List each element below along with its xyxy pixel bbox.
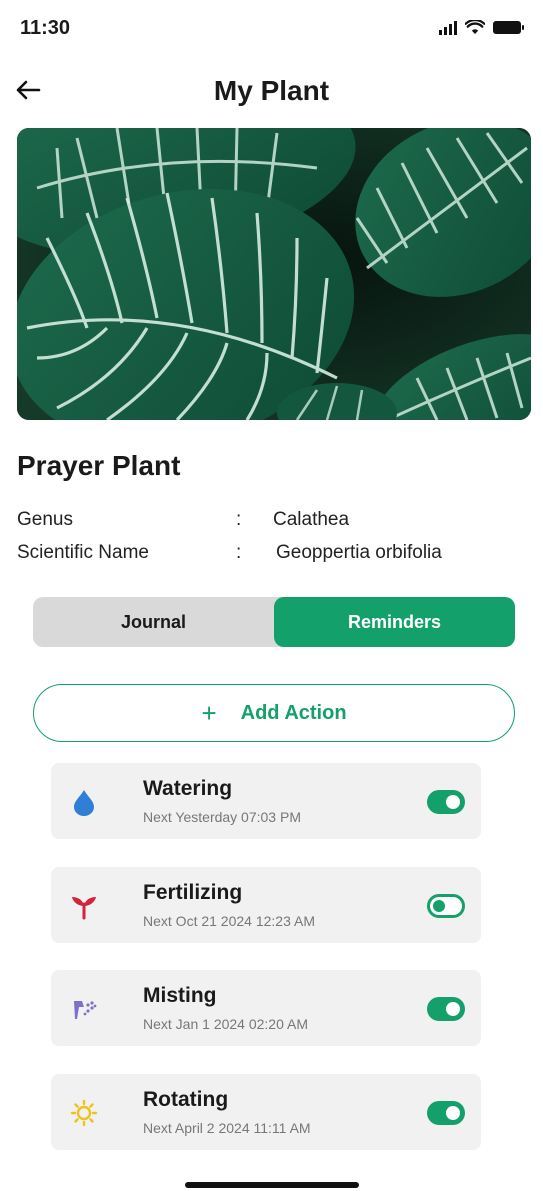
wifi-icon xyxy=(465,20,485,34)
reminder-toggle[interactable] xyxy=(427,894,465,918)
plus-icon: + xyxy=(201,698,217,728)
sprout-icon xyxy=(69,891,99,921)
reminder-title: Misting xyxy=(143,984,217,1007)
reminder-fertilizing[interactable]: Fertilizing Next Oct 21 2024 12:23 AM xyxy=(51,867,481,943)
battery-icon xyxy=(493,21,524,34)
add-action-label: Add Action xyxy=(240,701,347,724)
reminder-title: Watering xyxy=(143,777,233,800)
tab-bar: Journal Reminders xyxy=(33,597,515,647)
reminder-toggle[interactable] xyxy=(427,1101,465,1125)
sun-icon xyxy=(69,1098,99,1128)
reminder-watering[interactable]: Watering Next Yesterday 07:03 PM xyxy=(51,763,481,839)
toggle-knob xyxy=(433,900,445,912)
genus-label: Genus xyxy=(17,509,73,530)
genus-separator: : xyxy=(236,509,242,530)
reminder-toggle[interactable] xyxy=(427,997,465,1021)
reminder-next-date: Next April 2 2024 11:11 AM xyxy=(143,1120,311,1136)
cellular-signal-icon xyxy=(439,20,457,35)
toggle-knob xyxy=(446,1002,460,1016)
reminder-next-date: Next Oct 21 2024 12:23 AM xyxy=(143,913,315,929)
plant-photo xyxy=(17,128,531,420)
add-action-button[interactable]: + Add Action xyxy=(33,684,515,742)
status-icons xyxy=(439,20,524,35)
toggle-knob xyxy=(446,795,460,809)
tab-reminders[interactable]: Reminders xyxy=(274,597,515,647)
header: My Plant xyxy=(0,62,543,118)
genus-value: Calathea xyxy=(273,509,350,530)
tab-journal[interactable]: Journal xyxy=(33,597,274,647)
reminder-misting[interactable]: Misting Next Jan 1 2024 02:20 AM xyxy=(51,970,481,1046)
scientific-name-separator: : xyxy=(236,542,242,563)
home-indicator xyxy=(185,1182,359,1188)
reminder-rotating[interactable]: Rotating Next April 2 2024 11:11 AM xyxy=(51,1074,481,1150)
page-title: My Plant xyxy=(213,75,330,106)
reminder-next-date: Next Yesterday 07:03 PM xyxy=(143,809,301,825)
status-time: 11:30 xyxy=(20,17,71,39)
reminder-title: Rotating xyxy=(143,1088,229,1111)
status-bar: 11:30 xyxy=(0,0,543,58)
toggle-knob xyxy=(446,1106,460,1120)
scientific-name-label: Scientific Name xyxy=(17,542,149,563)
spray-bottle-icon xyxy=(69,994,99,1024)
scientific-name-value: Geoppertia orbifolia xyxy=(276,542,442,563)
reminder-next-date: Next Jan 1 2024 02:20 AM xyxy=(143,1016,308,1032)
reminder-toggle[interactable] xyxy=(427,790,465,814)
reminder-title: Fertilizing xyxy=(143,881,243,904)
plant-name: Prayer Plant xyxy=(17,450,181,481)
water-drop-icon xyxy=(69,787,99,817)
